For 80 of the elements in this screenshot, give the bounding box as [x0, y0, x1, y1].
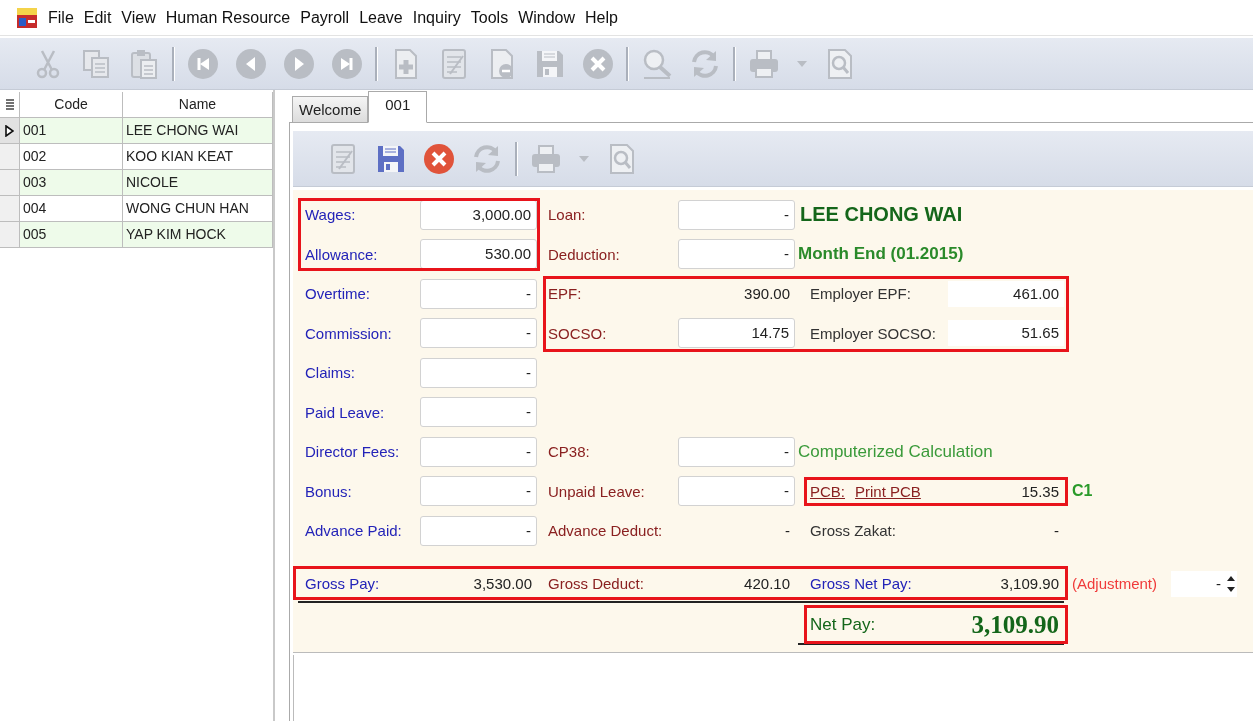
row-indicator-icon: [5, 124, 14, 137]
amount-field[interactable]: -: [420, 357, 537, 388]
menu-item[interactable]: Tools: [465, 6, 514, 29]
table-cell[interactable]: YAP KIM HOCK: [123, 222, 273, 248]
amount-field[interactable]: -: [420, 476, 537, 507]
adjustment-label: (Adjustment): [1072, 575, 1158, 592]
amount-value: 461.00: [948, 280, 1064, 307]
amount-field[interactable]: -: [678, 199, 795, 230]
employee-name: LEE CHONG WAI: [799, 203, 964, 227]
field-label: Gross Deduct:: [547, 575, 645, 592]
field-label: Deduction:: [547, 245, 621, 263]
field-label: Bonus:: [304, 482, 353, 500]
tab[interactable]: 001: [368, 91, 428, 123]
amount-field[interactable]: -: [678, 436, 795, 467]
amount-field[interactable]: -: [678, 476, 795, 507]
field-label: Commission:: [304, 324, 393, 342]
amount-field[interactable]: -: [420, 436, 537, 467]
field-label: EPF:: [547, 285, 583, 303]
amount-value: -: [784, 522, 791, 540]
amount-field[interactable]: -: [420, 515, 537, 546]
menu-item[interactable]: Help: [580, 6, 623, 29]
column-header[interactable]: Code: [20, 92, 123, 118]
amount-value: 420.10: [743, 575, 791, 592]
table-cell[interactable]: LEE CHONG WAI: [123, 118, 273, 144]
field-label: Paid Leave:: [304, 403, 386, 421]
table-cell[interactable]: 005: [20, 222, 123, 248]
field-label: Director Fees:: [304, 443, 401, 461]
field-label: SOCSO:: [547, 324, 608, 342]
field-label: Gross Pay:: [304, 575, 381, 592]
field-label: Employer EPF:: [809, 285, 912, 303]
menu-item[interactable]: View: [116, 6, 161, 29]
field-label: Claims:: [304, 364, 356, 382]
cancel-icon[interactable]: [423, 142, 455, 175]
amount-value: 15.35: [1020, 482, 1060, 500]
field-label: Gross Zakat:: [809, 522, 897, 540]
field-label: Loan:: [547, 206, 587, 224]
amount-field[interactable]: -: [420, 278, 537, 309]
field-label: Wages:: [304, 206, 357, 224]
field-label: Advance Paid:: [304, 522, 403, 540]
tab[interactable]: Welcome: [292, 96, 369, 122]
amount-field[interactable]: 3,000.00: [420, 199, 537, 230]
print-pcb-link[interactable]: Print PCB: [855, 482, 921, 500]
menu-item[interactable]: Leave: [354, 6, 408, 29]
table-cell[interactable]: NICOLE: [123, 170, 273, 196]
calculation-mode: Computerized Calculation: [797, 441, 994, 462]
row-selector[interactable]: [0, 118, 20, 144]
field-label: Overtime:: [304, 285, 371, 303]
field-label: Advance Deduct:: [547, 522, 664, 540]
menu-item[interactable]: File: [43, 6, 79, 29]
table-cell[interactable]: 003: [20, 170, 123, 196]
amount-field[interactable]: -: [678, 239, 795, 270]
column-header[interactable]: Name: [123, 92, 273, 118]
amount-value: 51.65: [948, 320, 1064, 347]
table-cell[interactable]: 001: [20, 118, 123, 144]
field-label: Unpaid Leave:: [547, 482, 646, 500]
amount-field[interactable]: -: [420, 318, 537, 349]
amount-value: 3,109.90: [999, 575, 1060, 592]
field-label: Gross Net Pay:: [809, 575, 913, 592]
menu-item[interactable]: Edit: [78, 6, 117, 29]
column-chooser-icon[interactable]: [5, 98, 14, 111]
amount-value: 390.00: [743, 285, 791, 303]
net-pay-label: Net Pay:: [809, 614, 877, 635]
menu-item[interactable]: Window: [513, 6, 581, 29]
pcb-link[interactable]: PCB:: [810, 482, 845, 500]
amount-field[interactable]: 14.75: [678, 318, 795, 349]
pcb-code: C1: [1071, 482, 1094, 501]
amount-field[interactable]: -: [420, 397, 537, 428]
amount-value: -: [1053, 522, 1060, 540]
period-title: Month End (01.2015): [797, 244, 965, 265]
amount-field[interactable]: 530.00: [420, 239, 537, 270]
menu-item[interactable]: Inquiry: [407, 6, 466, 29]
adjustment-spinner[interactable]: -: [1171, 570, 1238, 597]
amount-value: 3,530.00: [472, 575, 533, 592]
field-label: CP38:: [547, 443, 591, 461]
field-label: Allowance:: [304, 245, 379, 263]
menu-item[interactable]: Human Resource: [160, 6, 296, 29]
field-label: Employer SOCSO:: [809, 324, 937, 342]
menu-item[interactable]: Payroll: [295, 6, 355, 29]
net-pay-amount: 3,109.90: [970, 610, 1060, 639]
app-logo-icon[interactable]: [16, 6, 38, 29]
